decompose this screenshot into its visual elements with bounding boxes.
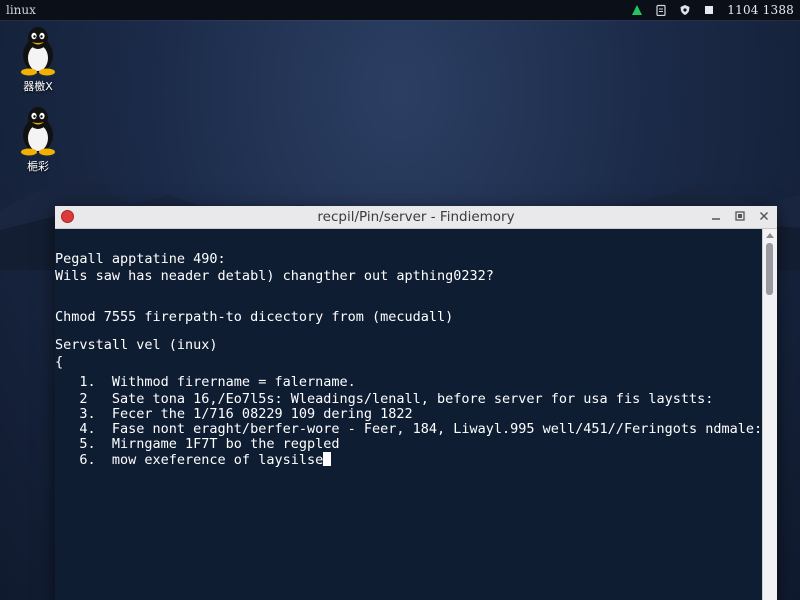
terminal-line: 6. mow exeference of laysilse <box>55 452 324 468</box>
minimize-icon[interactable] <box>709 209 723 223</box>
system-tray: 1104 1388 <box>631 3 800 17</box>
terminal-last-line: 6. mow exeference of laysilse <box>55 452 332 469</box>
terminal-line: Servstall vel (inux) <box>55 337 218 353</box>
desktop-icon-label: 梔彩 <box>27 160 49 173</box>
terminal-output[interactable]: Pegall apptatine 490: Wils saw has neade… <box>55 229 763 600</box>
text-cursor <box>323 452 332 466</box>
terminal-line: Wils saw has neader detabl) changther ou… <box>55 268 494 284</box>
clipboard-icon[interactable] <box>655 4 667 16</box>
scroll-up-arrow-icon[interactable] <box>766 233 774 238</box>
network-up-icon[interactable] <box>631 4 643 16</box>
scrollbar-thumb[interactable] <box>766 243 773 295</box>
top-panel: linux 1104 1388 <box>0 0 800 20</box>
clock[interactable]: 1104 1388 <box>727 3 794 17</box>
window-controls <box>709 209 771 223</box>
tux-icon <box>21 107 55 156</box>
terminal-window: recpil/Pin/server - Findiemory Pegall ap… <box>55 206 777 600</box>
tux-icon <box>21 27 55 76</box>
close-dot-button[interactable] <box>61 210 74 223</box>
shield-icon[interactable] <box>679 4 691 16</box>
terminal-line: { <box>55 354 64 370</box>
desktop-icon-1[interactable]: 器檄X <box>8 24 68 94</box>
terminal-line: Pegall apptatine 490: <box>55 251 226 267</box>
vertical-scrollbar[interactable] <box>762 229 777 600</box>
terminal-line: 1. Withmod firername = falername. <box>55 374 356 390</box>
close-icon[interactable] <box>757 209 771 223</box>
square-icon[interactable] <box>703 4 715 16</box>
panel-app-label[interactable]: linux <box>0 3 36 17</box>
desktop-icon-label: 器檄X <box>23 80 53 93</box>
window-titlebar[interactable]: recpil/Pin/server - Findiemory <box>55 206 777 229</box>
maximize-icon[interactable] <box>733 209 747 223</box>
terminal-line: 5. Mirngame 1F7T bo the regpled <box>55 436 340 452</box>
window-title: recpil/Pin/server - Findiemory <box>317 209 515 225</box>
desktop-icon-2[interactable]: 梔彩 <box>8 104 68 174</box>
terminal-line: Chmod 7555 firerpath-to dicectory from (… <box>55 309 454 325</box>
